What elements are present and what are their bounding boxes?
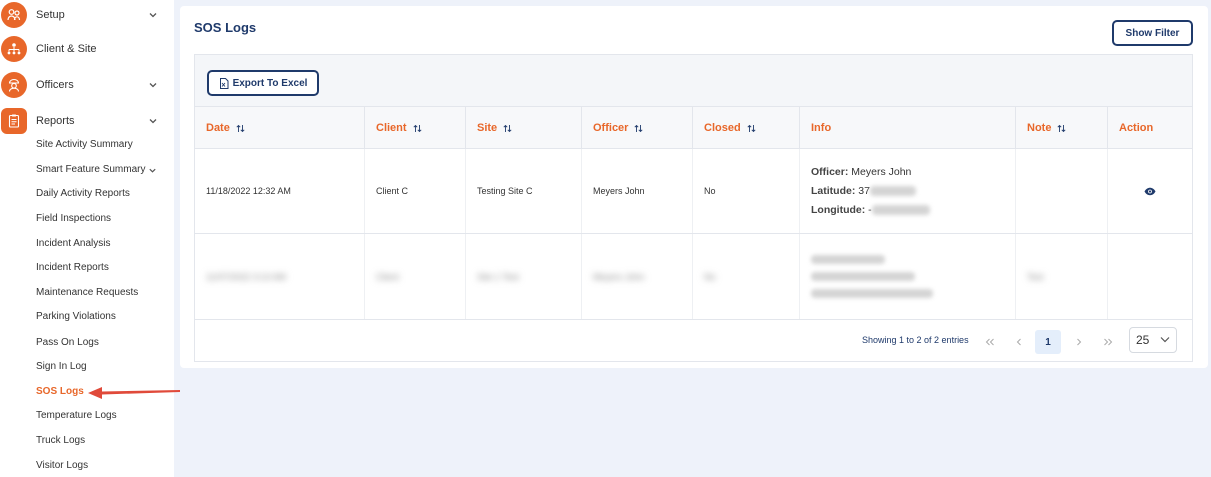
column-header-client[interactable]: Client	[365, 107, 466, 149]
previous-page-button[interactable]	[1006, 330, 1032, 354]
cell-officer: Meyers John	[582, 234, 693, 319]
submenu-item-sos-logs[interactable]: SOS Logs	[36, 384, 84, 400]
sidebar-item-label: Reports	[36, 115, 75, 127]
sidebar: Setup Client & Site Officers Reports Sit…	[0, 0, 174, 477]
column-header-date[interactable]: Date	[195, 107, 365, 149]
double-chevron-right-icon	[1104, 338, 1113, 346]
submenu-item-visitor-logs[interactable]: Visitor Logs	[36, 458, 88, 474]
sort-icon	[503, 124, 512, 132]
double-chevron-left-icon	[985, 338, 994, 346]
page-size-select[interactable]: 25	[1129, 327, 1177, 353]
sort-icon	[634, 124, 643, 132]
chevron-down-icon	[149, 119, 157, 124]
sort-icon	[236, 124, 245, 132]
page-number-button[interactable]: 1	[1035, 330, 1061, 354]
info-longitude: Longitude: -	[811, 201, 930, 220]
submenu-item-sign-in-log[interactable]: Sign In Log	[36, 359, 87, 375]
column-header-closed[interactable]: Closed	[693, 107, 800, 149]
sidebar-item-label: Officers	[36, 79, 74, 91]
cell-note	[1016, 149, 1108, 233]
submenu-item-incident-analysis[interactable]: Incident Analysis	[36, 236, 111, 252]
column-header-officer[interactable]: Officer	[582, 107, 693, 149]
page-title: SOS Logs	[194, 20, 257, 35]
cell-action	[1108, 234, 1192, 319]
redacted-value	[811, 272, 915, 281]
submenu-item-truck-logs[interactable]: Truck Logs	[36, 433, 85, 449]
sidebar-item-reports[interactable]: Reports	[0, 106, 174, 136]
first-page-button[interactable]	[977, 330, 1003, 354]
annotation-arrow-icon	[88, 387, 180, 399]
cell-site: Site 1 Test	[466, 234, 582, 319]
show-filter-button[interactable]: Show Filter	[1112, 20, 1193, 46]
cell-date: 11/18/2022 12:32 AM	[195, 149, 365, 233]
export-label: Export To Excel	[232, 77, 308, 89]
sort-icon	[747, 124, 756, 132]
next-page-button[interactable]	[1066, 330, 1092, 354]
cell-info: Officer: Meyers John Latitude: 37 Longit…	[800, 149, 1016, 233]
cell-closed: No	[693, 234, 800, 319]
cell-site: Testing Site C	[466, 149, 582, 233]
sidebar-item-client-site[interactable]: Client & Site	[0, 34, 174, 64]
column-header-note[interactable]: Note	[1016, 107, 1108, 149]
chevron-down-icon	[1160, 337, 1170, 343]
submenu-item-temperature-logs[interactable]: Temperature Logs	[36, 408, 117, 424]
info-officer: Officer: Meyers John	[811, 165, 912, 178]
entries-info: Showing 1 to 2 of 2 entries	[862, 335, 969, 345]
submenu-item-incident-reports[interactable]: Incident Reports	[36, 260, 109, 276]
officer-icon	[1, 72, 27, 98]
table-row: 11/07/2022 3:13 AM Client Site 1 Test Me…	[195, 234, 1192, 320]
last-page-button[interactable]	[1095, 330, 1121, 354]
export-to-excel-button[interactable]: Export To Excel	[207, 70, 319, 96]
cell-note: Test	[1016, 234, 1108, 319]
cell-closed: No	[693, 149, 800, 233]
redacted-value	[871, 204, 930, 215]
excel-file-icon	[219, 77, 229, 89]
redacted-value	[811, 289, 933, 298]
cell-date: 11/07/2022 3:13 AM	[195, 234, 365, 319]
client-site-icon	[1, 36, 27, 62]
chevron-right-icon	[1077, 338, 1082, 346]
chevron-down-icon	[149, 83, 157, 88]
sidebar-item-officers[interactable]: Officers	[0, 70, 174, 100]
submenu-item-site-activity-summary[interactable]: Site Activity Summary	[36, 137, 133, 153]
redacted-value	[811, 255, 885, 264]
column-header-info: Info	[800, 107, 1016, 149]
table-header: Date Client Site Officer Closed Info Not…	[195, 107, 1192, 149]
sort-icon	[1057, 124, 1066, 132]
sos-logs-table: Export To Excel Date Client Site Officer…	[194, 54, 1193, 362]
column-header-site[interactable]: Site	[466, 107, 582, 149]
column-header-action: Action	[1119, 122, 1154, 134]
cell-client: Client	[365, 234, 466, 319]
submenu-item-maintenance-requests[interactable]: Maintenance Requests	[36, 285, 138, 301]
sort-icon	[413, 124, 422, 132]
setup-icon	[1, 2, 27, 28]
chevron-down-icon	[149, 168, 156, 173]
reports-icon	[1, 108, 27, 134]
submenu-item-smart-feature-summary[interactable]: Smart Feature Summary	[36, 162, 145, 178]
submenu-item-field-inspections[interactable]: Field Inspections	[36, 211, 111, 227]
cell-client: Client C	[365, 149, 466, 233]
info-latitude: Latitude: 37	[811, 182, 930, 201]
chevron-left-icon	[1016, 338, 1021, 346]
sidebar-item-label: Setup	[36, 9, 65, 21]
submenu-item-parking-violations[interactable]: Parking Violations	[36, 309, 116, 325]
submenu-item-pass-on-logs[interactable]: Pass On Logs	[36, 335, 99, 351]
cell-officer: Meyers John	[582, 149, 693, 233]
sidebar-item-setup[interactable]: Setup	[0, 0, 174, 30]
submenu-item-daily-activity-reports[interactable]: Daily Activity Reports	[36, 186, 130, 202]
table-toolbar: Export To Excel	[195, 55, 1192, 107]
pagination: Showing 1 to 2 of 2 entries 1 25	[195, 320, 1192, 362]
cell-action	[1108, 149, 1192, 233]
sidebar-item-label: Client & Site	[36, 43, 97, 55]
eye-icon[interactable]	[1144, 187, 1156, 196]
cell-info	[800, 234, 1016, 319]
table-row: 11/18/2022 12:32 AM Client C Testing Sit…	[195, 149, 1192, 234]
redacted-value	[869, 185, 916, 196]
chevron-down-icon	[149, 13, 157, 18]
